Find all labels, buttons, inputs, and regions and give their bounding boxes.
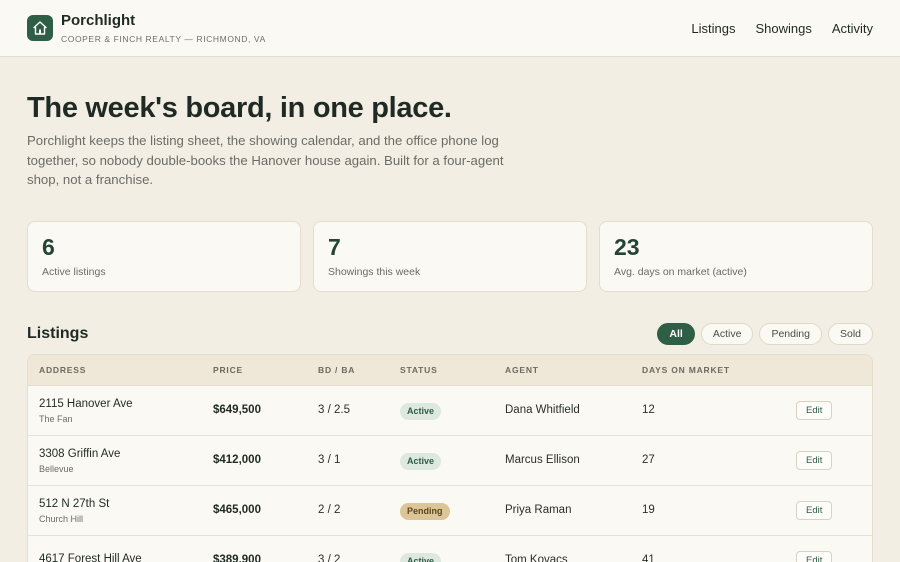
- bd-ba: 3 / 2.5: [318, 404, 350, 416]
- edit-button[interactable]: Edit: [796, 501, 833, 520]
- status-badge: Active: [400, 452, 442, 470]
- status-cell: Active: [400, 401, 505, 420]
- stat-value: 23: [614, 233, 640, 260]
- table-row[interactable]: 512 N 27th St Church Hill $465,000 2 / 2…: [28, 486, 872, 536]
- table-row[interactable]: 4617 Forest Hill Ave $389,900 3 / 2 Acti…: [28, 536, 872, 562]
- status-badge: Active: [400, 552, 442, 562]
- status-filters: All Active Pending Sold: [657, 322, 873, 345]
- edit-button[interactable]: Edit: [796, 401, 833, 420]
- stat-label: Avg. days on market (active): [614, 265, 747, 278]
- days-on-market: 19: [642, 504, 655, 516]
- price: $649,500: [213, 404, 261, 416]
- stat-value: 7: [328, 233, 341, 260]
- column-header-status[interactable]: STATUS: [400, 365, 505, 375]
- actions-cell: Edit: [796, 450, 872, 470]
- edit-button[interactable]: Edit: [796, 551, 833, 562]
- price: $412,000: [213, 454, 261, 466]
- nav-listings[interactable]: Listings: [691, 21, 735, 36]
- hero-title: The week's board, in one place.: [27, 92, 452, 124]
- stat-card-days-on-market: 23 Avg. days on market (active): [599, 220, 873, 292]
- filter-sold[interactable]: Sold: [827, 322, 873, 345]
- brand-subtitle: COOPER & FINCH REALTY — RICHMOND, VA: [61, 34, 266, 44]
- listings-title: Listings: [27, 324, 89, 342]
- stat-card-active-listings: 6 Active listings: [27, 220, 301, 292]
- days-on-market: 27: [642, 454, 655, 466]
- bd-ba: 3 / 2: [318, 554, 341, 562]
- column-header-days-on-market[interactable]: DAYS ON MARKET: [642, 365, 796, 375]
- listings-header: Listings All Active Pending Sold: [0, 322, 900, 345]
- bd-ba: 2 / 2: [318, 504, 341, 516]
- nav-showings[interactable]: Showings: [755, 21, 811, 36]
- bd-ba: 3 / 1: [318, 454, 341, 466]
- table-header: ADDRESS PRICE BD / BA STATUS AGENT DAYS …: [28, 354, 872, 386]
- column-header-bd-ba[interactable]: BD / BA: [318, 365, 400, 375]
- address-cell: 2115 Hanover Ave The Fan: [28, 397, 213, 424]
- hero: The week's board, in one place. Porchlig…: [0, 57, 900, 190]
- stat-label: Active listings: [42, 265, 106, 278]
- address-cell: 512 N 27th St Church Hill: [28, 497, 213, 524]
- brand-name: Porchlight: [61, 12, 136, 29]
- price: $389,900: [213, 554, 261, 562]
- column-header-agent[interactable]: AGENT: [505, 365, 642, 375]
- neighborhood: Church Hill: [39, 513, 84, 524]
- status-cell: Pending: [400, 501, 505, 520]
- column-header-address[interactable]: ADDRESS: [28, 365, 213, 375]
- status-cell: Active: [400, 551, 505, 562]
- actions-cell: Edit: [796, 500, 872, 520]
- agent: Dana Whitfield: [505, 404, 580, 416]
- brand: Porchlight COOPER & FINCH REALTY — RICHM…: [61, 12, 266, 44]
- top-bar: Porchlight COOPER & FINCH REALTY — RICHM…: [0, 0, 900, 57]
- address: 3308 Griffin Ave: [39, 447, 121, 460]
- price: $465,000: [213, 504, 261, 516]
- filter-all[interactable]: All: [657, 322, 695, 345]
- main-nav: Listings Showings Activity: [691, 21, 873, 36]
- hero-description: Porchlight keeps the listing sheet, the …: [27, 133, 504, 187]
- agent: Tom Kovacs: [505, 554, 568, 562]
- status-badge: Pending: [400, 502, 450, 520]
- stat-card-showings: 7 Showings this week: [313, 220, 587, 292]
- actions-cell: Edit: [796, 400, 872, 420]
- actions-cell: Edit: [796, 550, 872, 562]
- address-cell: 3308 Griffin Ave Bellevue: [28, 447, 213, 474]
- neighborhood: The Fan: [39, 413, 73, 424]
- nav-activity[interactable]: Activity: [832, 21, 873, 36]
- filter-active[interactable]: Active: [700, 322, 754, 345]
- column-header-price[interactable]: PRICE: [213, 365, 318, 375]
- address: 4617 Forest Hill Ave: [39, 552, 142, 562]
- agent: Marcus Ellison: [505, 454, 580, 466]
- stat-label: Showings this week: [328, 265, 421, 278]
- table-row[interactable]: 2115 Hanover Ave The Fan $649,500 3 / 2.…: [28, 386, 872, 436]
- filter-pending[interactable]: Pending: [759, 322, 822, 345]
- status-badge: Active: [400, 402, 442, 420]
- edit-button[interactable]: Edit: [796, 451, 833, 470]
- days-on-market: 12: [642, 404, 655, 416]
- stats-row: 6 Active listings 7 Showings this week 2…: [0, 220, 900, 292]
- address-cell: 4617 Forest Hill Ave: [28, 552, 213, 562]
- house-logo-icon: [27, 15, 53, 41]
- listings-table: ADDRESS PRICE BD / BA STATUS AGENT DAYS …: [27, 353, 873, 562]
- days-on-market: 41: [642, 554, 655, 562]
- neighborhood: Bellevue: [39, 463, 74, 474]
- agent: Priya Raman: [505, 504, 572, 516]
- address: 512 N 27th St: [39, 497, 110, 510]
- status-cell: Active: [400, 451, 505, 470]
- address: 2115 Hanover Ave: [39, 397, 133, 410]
- stat-value: 6: [42, 233, 55, 260]
- table-row[interactable]: 3308 Griffin Ave Bellevue $412,000 3 / 1…: [28, 436, 872, 486]
